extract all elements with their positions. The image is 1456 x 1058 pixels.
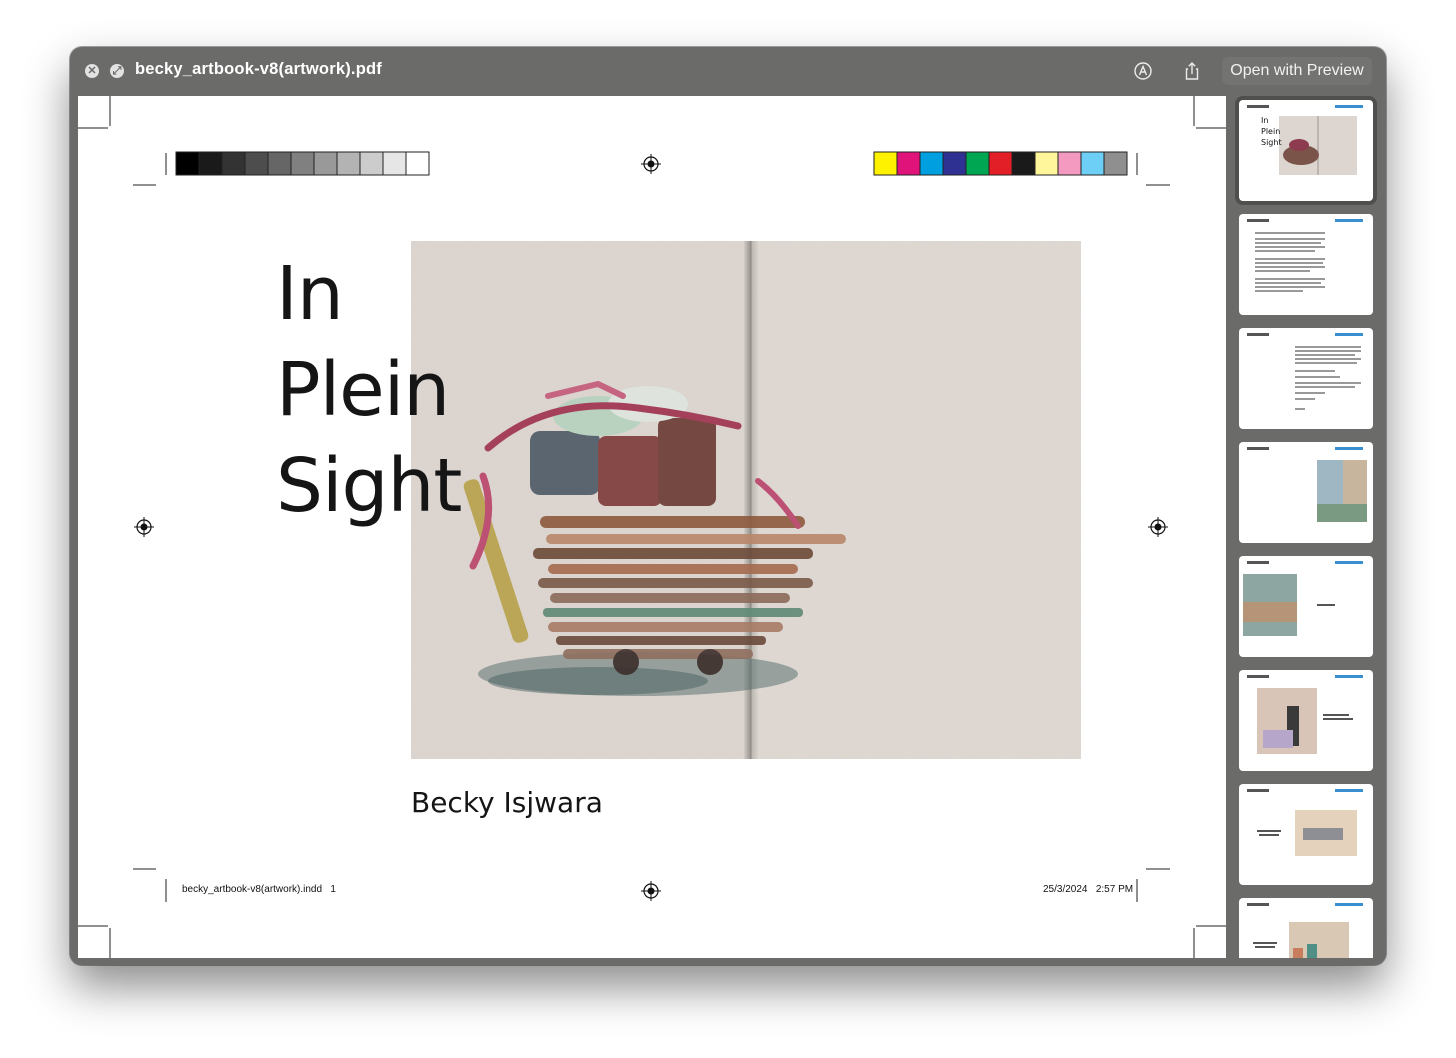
color-swatch <box>965 151 990 176</box>
title-line-3: Sight <box>276 443 462 529</box>
color-swatch <box>1034 151 1059 176</box>
color-swatch <box>919 151 944 176</box>
pdf-page: In Plein Sight Becky Isjwara becky_artbo… <box>78 96 1226 958</box>
thumbnail-art <box>1247 333 1363 410</box>
thumbnail-art <box>1247 675 1363 754</box>
gray-swatch <box>175 151 200 176</box>
registration-mark <box>1148 517 1168 537</box>
page-canvas <box>78 96 1226 958</box>
thumbnail-art <box>1247 789 1363 856</box>
title-bar: ✕ ⤢ becky_artbook-v8(artwork).pdf Open w… <box>70 47 1386 95</box>
color-swatch <box>942 151 967 176</box>
gray-swatch <box>336 151 361 176</box>
thumbnail-art <box>1247 447 1367 522</box>
grayscale-bar <box>175 151 430 176</box>
thumbnail-page-4[interactable] <box>1239 442 1373 543</box>
color-bar <box>873 151 1128 176</box>
thumbnail-sidebar: In Plein Sight <box>1234 96 1380 958</box>
gray-swatch <box>382 151 407 176</box>
thumbnail-page-8[interactable] <box>1239 898 1373 958</box>
gray-swatch <box>244 151 269 176</box>
registration-mark <box>134 517 154 537</box>
thumbnail-art <box>1243 561 1363 636</box>
color-swatch <box>896 151 921 176</box>
title-line-2: Plein <box>276 347 450 433</box>
thumbnail-page-7[interactable] <box>1239 784 1373 885</box>
color-swatch <box>1103 151 1128 176</box>
quicklook-window: ✕ ⤢ becky_artbook-v8(artwork).pdf Open w… <box>70 47 1386 965</box>
color-swatch <box>1057 151 1082 176</box>
slug-date-info: 25/3/2024 2:57 PM <box>1043 884 1134 895</box>
share-icon[interactable] <box>1182 61 1202 81</box>
thumbnail-page-2[interactable] <box>1239 214 1373 315</box>
color-swatch <box>1011 151 1036 176</box>
gray-swatch <box>267 151 292 176</box>
color-swatch <box>873 151 898 176</box>
title-line-1: In <box>276 251 344 337</box>
artwork-image <box>411 241 1081 759</box>
gray-swatch <box>221 151 246 176</box>
gray-swatch <box>290 151 315 176</box>
thumbnail-page-6[interactable] <box>1239 670 1373 771</box>
thumbnail-title-3: Sight <box>1261 138 1282 147</box>
thumbnail-page-5[interactable] <box>1239 556 1373 657</box>
color-swatch <box>988 151 1013 176</box>
thumbnail-page-3[interactable] <box>1239 328 1373 429</box>
gray-swatch <box>198 151 223 176</box>
color-swatch <box>1080 151 1105 176</box>
registration-mark <box>641 154 661 174</box>
thumbnail-title-1: In <box>1261 116 1269 125</box>
author-name: Becky Isjwara <box>411 786 603 819</box>
thumbnail-page-1[interactable]: In Plein Sight <box>1239 100 1373 201</box>
gray-swatch <box>405 151 430 176</box>
fullscreen-icon[interactable]: ⤢ <box>110 64 124 78</box>
thumbnail-title-2: Plein <box>1261 127 1281 136</box>
gray-swatch <box>359 151 384 176</box>
cover-title: In Plein Sight <box>276 246 462 534</box>
registration-mark <box>641 881 661 901</box>
window-title: becky_artbook-v8(artwork).pdf <box>135 60 382 78</box>
close-icon[interactable]: ✕ <box>85 64 99 78</box>
slug-file-info: becky_artbook-v8(artwork).indd 1 <box>182 884 336 895</box>
markup-icon[interactable] <box>1133 61 1153 81</box>
thumbnail-art <box>1247 105 1363 175</box>
thumbnail-art <box>1247 219 1363 292</box>
gray-swatch <box>313 151 338 176</box>
thumbnail-art <box>1247 903 1363 958</box>
open-with-preview-button[interactable]: Open with Preview <box>1222 57 1372 85</box>
